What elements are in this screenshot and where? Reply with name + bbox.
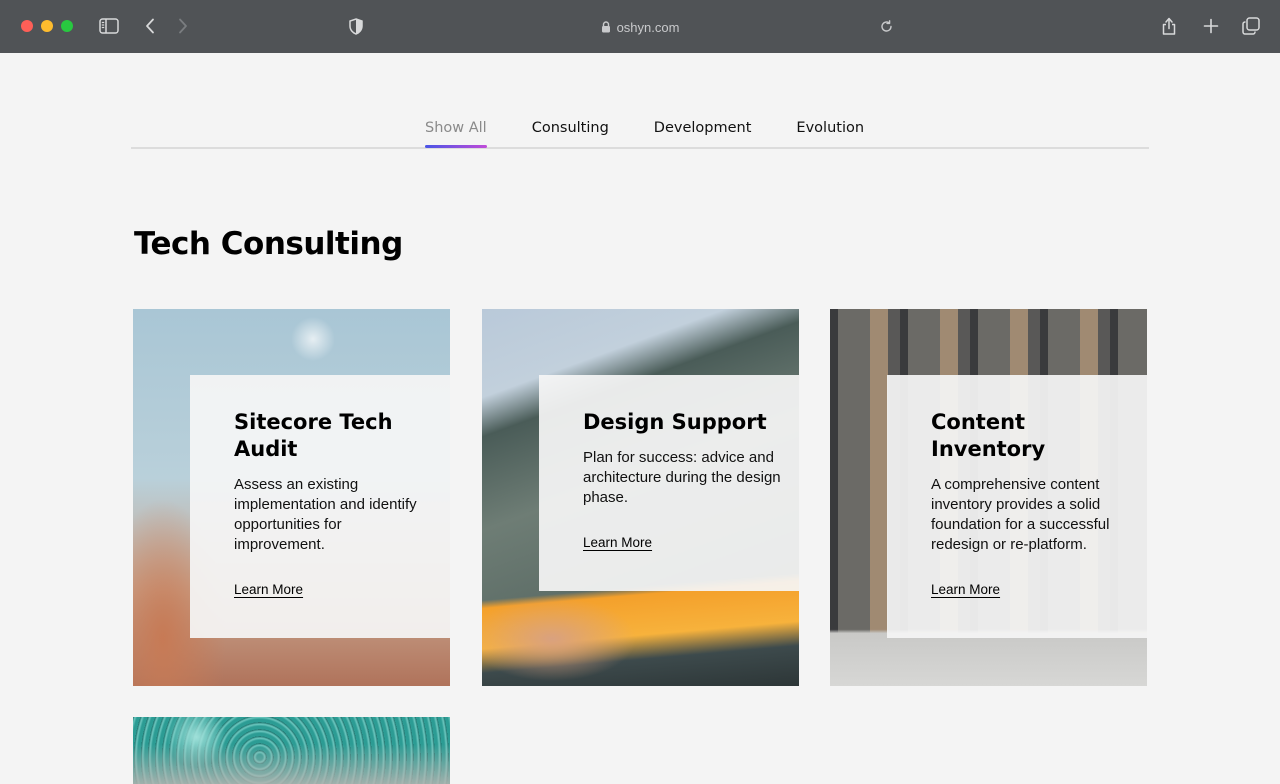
shield-icon[interactable]: [345, 14, 367, 38]
card-description: Assess an existing implementation and id…: [234, 476, 417, 553]
address-bar[interactable]: oshyn.com: [520, 15, 760, 39]
maximize-window-button[interactable]: [61, 20, 73, 32]
card-title: Sitecore Tech Audit: [234, 410, 393, 461]
browser-toolbar: oshyn.com: [0, 0, 1280, 53]
chevron-left-icon[interactable]: [140, 14, 160, 38]
card-description: A comprehensive content inventory provid…: [931, 476, 1110, 553]
card-title: Content Inventory: [931, 410, 1046, 461]
filter-tab-bar: Show All Consulting Development Evolutio…: [131, 113, 1149, 149]
minimize-window-button[interactable]: [41, 20, 53, 32]
learn-more-link[interactable]: Learn More: [234, 582, 303, 597]
service-card-design-support: Design Support Plan for success: advice …: [482, 309, 799, 686]
url-text: oshyn.com: [616, 19, 680, 35]
tab-consulting[interactable]: Consulting: [532, 113, 609, 147]
card-content: Sitecore Tech Audit Assess an existing i…: [190, 375, 450, 638]
chevron-right-icon[interactable]: [173, 14, 193, 38]
learn-more-link[interactable]: Learn More: [931, 582, 1000, 597]
tabs-icon[interactable]: [1240, 14, 1262, 38]
service-card-content-inventory: Content Inventory A comprehensive conten…: [830, 309, 1147, 686]
card-content: Content Inventory A comprehensive conten…: [887, 375, 1147, 638]
reload-icon[interactable]: [876, 14, 896, 38]
tab-development[interactable]: Development: [654, 113, 752, 147]
filter-tabs: Show All Consulting Development Evolutio…: [425, 113, 864, 148]
tab-evolution[interactable]: Evolution: [796, 113, 864, 147]
lock-icon: [601, 21, 611, 33]
service-card-sitecore-tech-audit: Sitecore Tech Audit Assess an existing i…: [133, 309, 450, 686]
tab-show-all[interactable]: Show All: [425, 113, 487, 148]
section-title: Tech Consulting: [134, 226, 403, 262]
service-card-partial: [133, 717, 450, 784]
close-window-button[interactable]: [21, 20, 33, 32]
learn-more-link[interactable]: Learn More: [583, 535, 652, 550]
sidebar-icon[interactable]: [97, 14, 121, 38]
share-icon[interactable]: [1158, 14, 1180, 38]
card-description: Plan for success: advice and architectur…: [583, 449, 781, 506]
card-content: Design Support Plan for success: advice …: [539, 375, 799, 591]
card-title: Design Support: [583, 410, 767, 434]
plus-icon[interactable]: [1200, 14, 1222, 38]
